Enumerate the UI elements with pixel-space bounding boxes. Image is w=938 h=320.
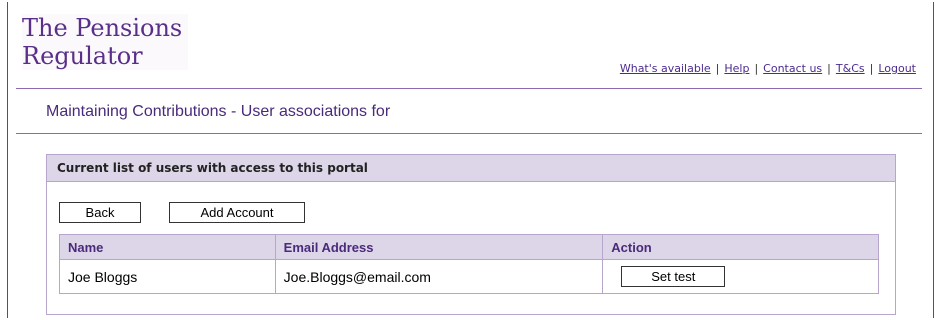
- logout-link[interactable]: Logout: [878, 62, 916, 75]
- header-divider: [16, 88, 922, 89]
- table-row: Joe Bloggs Joe.Bloggs@email.com Set test: [59, 259, 879, 294]
- title-divider: [16, 133, 922, 134]
- users-table: Name Email Address Action Joe Bloggs Joe…: [59, 234, 879, 294]
- page-title: Maintaining Contributions - User associa…: [46, 103, 391, 120]
- logo-line-2: Regulator: [22, 42, 143, 70]
- back-button[interactable]: Back: [59, 202, 141, 223]
- column-header-action: Action: [602, 234, 879, 260]
- separator: |: [754, 62, 759, 75]
- whats-available-link[interactable]: What's available: [620, 62, 711, 75]
- logo-line-1: The Pensions: [22, 14, 183, 42]
- panel-heading: Current list of users with access to thi…: [47, 155, 895, 182]
- users-panel: Current list of users with access to thi…: [46, 154, 896, 315]
- user-email-cell: Joe.Bloggs@email.com: [274, 259, 604, 294]
- help-link[interactable]: Help: [724, 62, 749, 75]
- logo: The Pensions Regulator: [22, 14, 189, 70]
- column-header-name: Name: [59, 234, 276, 260]
- terms-link[interactable]: T&Cs: [836, 62, 865, 75]
- user-name-cell: Joe Bloggs: [59, 259, 276, 294]
- contact-us-link[interactable]: Contact us: [763, 62, 822, 75]
- add-account-button[interactable]: Add Account: [169, 202, 305, 223]
- separator: |: [869, 62, 874, 75]
- table-header-row: Name Email Address Action: [59, 234, 879, 260]
- separator: |: [827, 62, 831, 75]
- top-nav-links: What's available | Help | Contact us | T&Cs | Lo…: [620, 62, 916, 75]
- separator: |: [715, 62, 720, 75]
- column-header-email: Email Address: [274, 234, 604, 260]
- set-test-button[interactable]: Set test: [621, 266, 726, 287]
- action-cell: Set test: [602, 259, 879, 294]
